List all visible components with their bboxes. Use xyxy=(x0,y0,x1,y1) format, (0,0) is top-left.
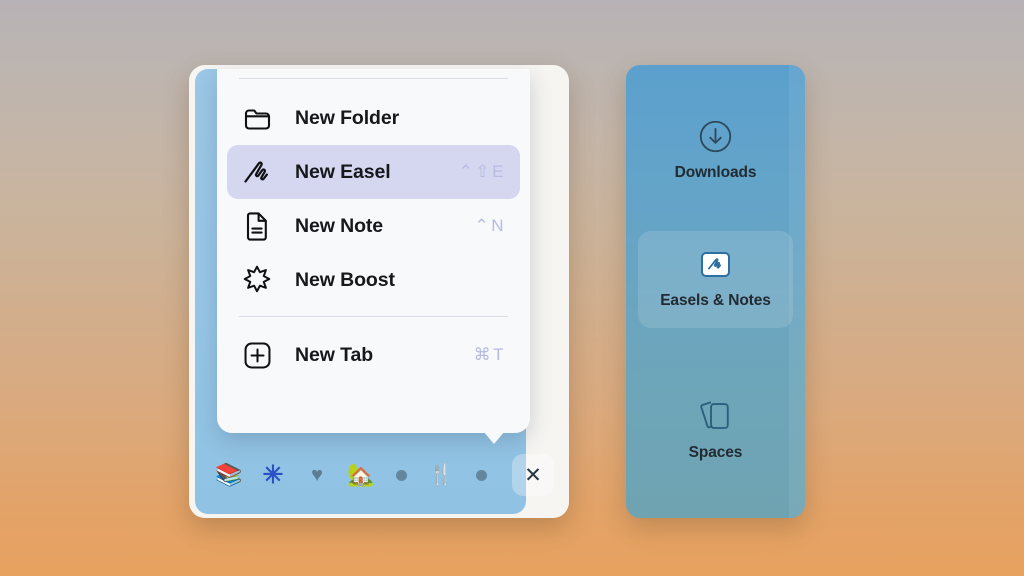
close-button[interactable]: ✕ xyxy=(512,454,554,496)
sidebar-item-spaces[interactable]: Spaces xyxy=(638,383,793,480)
menu-item-new-easel[interactable]: New Easel ⌃⇧E xyxy=(227,145,520,199)
close-icon: ✕ xyxy=(524,463,542,487)
scribble-icon xyxy=(240,157,274,187)
sidebar-item-easels-and-notes[interactable]: Easels & Notes xyxy=(638,231,793,328)
heart-icon[interactable]: ♥ xyxy=(300,458,334,492)
document-icon xyxy=(240,211,274,241)
menu-item-label: New Tab xyxy=(295,343,374,366)
sidebar-item-downloads[interactable]: Downloads xyxy=(638,103,793,200)
plus-square-icon xyxy=(240,340,274,370)
download-circle-icon xyxy=(699,119,732,153)
menu-divider-middle xyxy=(239,316,508,317)
fork-and-knife-icon[interactable]: 🍴 xyxy=(424,458,458,492)
cards-stack-icon xyxy=(697,399,734,433)
menu-group-tabs: New Tab ⌘T xyxy=(217,326,530,382)
sidebar-item-label: Easels & Notes xyxy=(660,292,771,309)
house-with-garden-icon[interactable]: 🏡 xyxy=(344,458,378,492)
books-icon[interactable]: 📚 xyxy=(212,458,246,492)
menu-item-label: New Boost xyxy=(295,268,395,291)
menu-item-new-note[interactable]: New Note ⌃N xyxy=(227,199,520,253)
dot-shape xyxy=(395,469,407,481)
menu-item-new-boost[interactable]: New Boost xyxy=(227,253,520,307)
new-item-context-menu: New Folder New Easel ⌃⇧E New Note ⌃N New… xyxy=(217,69,530,433)
spaces-sidebar: Downloads Easels & Notes Spaces xyxy=(626,65,805,518)
menu-item-label: New Folder xyxy=(295,106,400,129)
browser-window: New Folder New Easel ⌃⇧E New Note ⌃N New… xyxy=(189,65,569,518)
menu-item-shortcut: ⌃⇧E xyxy=(458,162,506,181)
dot-indicator[interactable] xyxy=(388,458,414,492)
sidebar-item-label: Spaces xyxy=(688,444,743,461)
browser-sidebar: New Folder New Easel ⌃⇧E New Note ⌃N New… xyxy=(195,69,554,514)
menu-item-label: New Note xyxy=(295,214,384,237)
dot-shape xyxy=(475,469,487,481)
menu-item-shortcut: ⌘T xyxy=(473,345,506,364)
dot-indicator[interactable] xyxy=(468,458,494,492)
menu-item-new-folder[interactable]: New Folder xyxy=(227,91,520,145)
asterisk-icon[interactable]: ✳ xyxy=(256,458,290,492)
sparkle-star-icon xyxy=(240,265,274,295)
screen-background: New Folder New Easel ⌃⇧E New Note ⌃N New… xyxy=(0,0,1024,576)
menu-item-new-tab[interactable]: New Tab ⌘T xyxy=(227,328,520,382)
folder-icon xyxy=(240,103,274,133)
sidebar-item-label: Downloads xyxy=(674,164,757,181)
easel-badge-shape xyxy=(701,251,730,277)
menu-item-label: New Easel xyxy=(295,160,391,183)
menu-group-create: New Folder New Easel ⌃⇧E New Note ⌃N New… xyxy=(217,79,530,307)
sidebar-bottom-toolbar: 📚 ✳ ♥ 🏡 🍴 ✕ xyxy=(195,436,554,514)
menu-item-shortcut: ⌃N xyxy=(474,216,506,235)
easel-badge-icon xyxy=(701,247,730,281)
